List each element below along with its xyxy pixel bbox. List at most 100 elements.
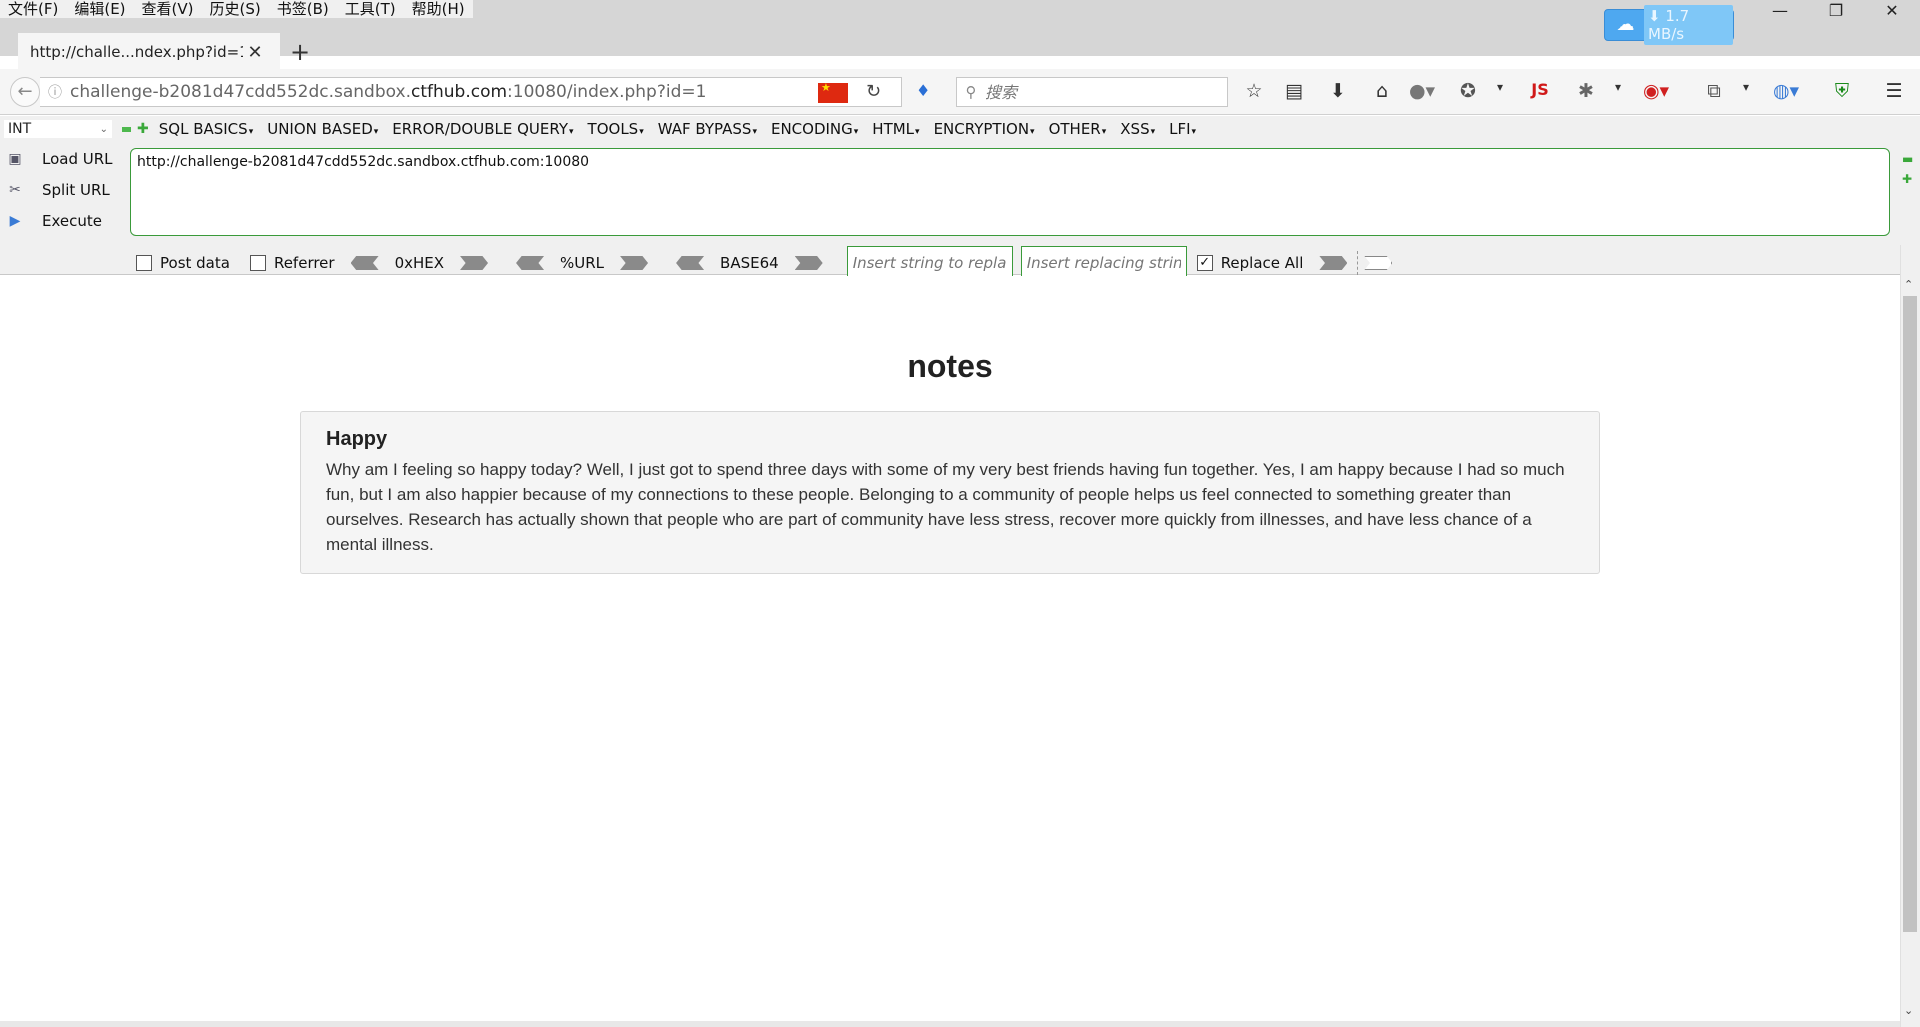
menu-lfi[interactable]: LFI <box>1169 120 1196 138</box>
proxy-icon[interactable]: ◉▾ <box>1642 80 1670 102</box>
replace-next-arrow-icon[interactable] <box>1364 256 1393 270</box>
menu-xss[interactable]: XSS <box>1120 120 1155 138</box>
menu-other[interactable]: OTHER <box>1049 120 1107 138</box>
url-encode-arrow-icon[interactable] <box>620 256 649 270</box>
separator <box>1357 251 1359 275</box>
replace-arrow-icon[interactable] <box>1319 256 1348 270</box>
replace-from-input[interactable] <box>846 246 1013 280</box>
scrollbar-thumb[interactable] <box>1903 296 1917 932</box>
post-data-checkbox[interactable] <box>136 255 152 271</box>
referrer-checkbox[interactable] <box>249 255 266 271</box>
navigation-bar: ← ⓘ challenge-b2081d47cdd552dc.sandbox.c… <box>0 69 1920 115</box>
scroll-down-icon[interactable]: ⌄ <box>1904 1004 1913 1017</box>
hamburger-menu-icon[interactable]: ☰ <box>1880 80 1908 102</box>
tab-title: http://challe...ndex.php?id=1 <box>30 43 243 61</box>
post-data-label: Post data <box>160 254 230 272</box>
menu-tools[interactable]: TOOLS <box>588 120 644 138</box>
menu-encryption[interactable]: ENCRYPTION <box>934 120 1035 138</box>
download-speed-badge[interactable]: ☁ ⬇ 1.7 MB/s <box>1604 5 1734 45</box>
palette-icon[interactable]: ✪ <box>1454 80 1482 102</box>
menu-help[interactable]: 帮助(H) <box>404 0 473 18</box>
search-input[interactable] <box>985 82 1215 102</box>
cloud-icon: ☁ <box>1616 14 1635 35</box>
expand-icon[interactable]: ✚ <box>1902 172 1912 186</box>
download-icon[interactable]: ⬇ <box>1324 80 1352 102</box>
note-card: Happy Why am I feeling so happy today? W… <box>300 411 1600 574</box>
split-url-button[interactable]: ✂ Split URL <box>4 181 110 199</box>
menu-bookmarks[interactable]: 书签(B) <box>269 0 337 18</box>
hackbar-options-row: Post data Referrer 0xHEX %URL BASE64 ✓ R… <box>136 246 1393 280</box>
minus-icon[interactable] <box>122 126 131 132</box>
page-title: notes <box>907 348 993 384</box>
dropdown-icon[interactable]: ▾ <box>1604 80 1632 94</box>
scroll-up-icon[interactable]: ⌃ <box>1904 278 1913 291</box>
new-tab-button[interactable]: + <box>290 38 310 66</box>
referrer-label: Referrer <box>273 254 335 272</box>
menu-bar: 文件(F) 编辑(E) 查看(V) 历史(S) 书签(B) 工具(T) 帮助(H… <box>0 0 473 18</box>
restore-button[interactable]: ❐ <box>1808 0 1864 22</box>
home-icon[interactable]: ⌂ <box>1368 80 1396 102</box>
menu-encoding[interactable]: ENCODING <box>771 120 858 138</box>
menu-history[interactable]: 历史(S) <box>202 0 269 18</box>
note-body: Why am I feeling so happy today? Well, I… <box>326 460 1565 554</box>
menu-file[interactable]: 文件(F) <box>0 0 66 18</box>
china-flag-icon[interactable] <box>818 81 848 103</box>
hex-decode-arrow-icon[interactable] <box>350 256 379 270</box>
url-decode-arrow-icon[interactable] <box>516 256 545 270</box>
menu-sql-basics[interactable]: SQL BASICS <box>159 120 253 138</box>
injection-type-select[interactable]: INT ⌄ <box>4 120 112 138</box>
menu-edit[interactable]: 编辑(E) <box>66 0 133 18</box>
tab-close-icon[interactable]: ✕ <box>243 42 267 63</box>
hackbar-menu: ✚ SQL BASICS UNION BASED ERROR/DOUBLE QU… <box>118 120 1210 138</box>
menu-tools[interactable]: 工具(T) <box>337 0 404 18</box>
play-icon: ▶ <box>9 213 21 229</box>
load-url-button[interactable]: ▣ Load URL <box>4 150 112 168</box>
download-speed: ⬇ 1.7 MB/s <box>1644 5 1733 45</box>
menu-error-double-query[interactable]: ERROR/DOUBLE QUERY <box>392 120 573 138</box>
reload-icon[interactable]: ↻ <box>866 81 881 102</box>
copy-icon[interactable]: ⧉ <box>1700 80 1728 102</box>
address-bar[interactable]: ⓘ challenge-b2081d47cdd552dc.sandbox.ctf… <box>40 77 902 107</box>
bug-icon[interactable]: ✱ <box>1572 80 1600 102</box>
translate-icon[interactable]: ◍▾ <box>1772 80 1800 102</box>
chevron-down-icon: ⌄ <box>99 123 108 135</box>
note-title: Happy <box>326 428 388 450</box>
js-toggle-icon[interactable]: JS <box>1526 80 1554 99</box>
execute-button[interactable]: ▶ Execute <box>4 212 102 230</box>
back-arrow-icon[interactable]: ← <box>10 77 40 107</box>
scissors-icon: ✂ <box>9 182 21 198</box>
dropdown-icon[interactable]: ▾ <box>1486 80 1514 94</box>
addon-globe-icon[interactable]: ●▾ <box>1408 80 1436 102</box>
extension-icon[interactable]: ♦ <box>916 81 930 100</box>
hex-encoder: 0xHEX <box>350 254 489 272</box>
menu-html[interactable]: HTML <box>872 120 919 138</box>
minimize-button[interactable]: — <box>1752 0 1808 22</box>
dropdown-icon[interactable]: ▾ <box>1732 80 1760 94</box>
url-textarea[interactable]: http://challenge-b2081d47cdd552dc.sandbo… <box>130 148 1890 236</box>
menu-union-based[interactable]: UNION BASED <box>267 120 378 138</box>
search-icon: ⚲ <box>965 83 977 101</box>
hackbar-panel: INT ⌄ ✚ SQL BASICS UNION BASED ERROR/DOU… <box>0 116 1920 280</box>
replace-all-checkbox[interactable]: ✓ <box>1196 255 1213 271</box>
menu-waf-bypass[interactable]: WAF BYPASS <box>658 120 757 138</box>
shield-icon[interactable]: ⛨ <box>1828 80 1856 102</box>
search-box[interactable]: ⚲ <box>956 77 1228 107</box>
replace-to-input[interactable] <box>1020 246 1187 280</box>
base64-decode-arrow-icon[interactable] <box>676 256 705 270</box>
bookmark-star-icon[interactable]: ☆ <box>1240 80 1268 102</box>
address-url: challenge-b2081d47cdd552dc.sandbox.ctfhu… <box>70 82 707 102</box>
horizontal-scrollbar[interactable] <box>0 1021 1900 1027</box>
replace-all-label: Replace All <box>1220 254 1304 272</box>
url-encoder: %URL <box>516 254 649 272</box>
load-url-icon: ▣ <box>8 151 22 167</box>
info-icon[interactable]: ⓘ <box>40 82 70 102</box>
hex-encode-arrow-icon[interactable] <box>460 256 489 270</box>
reading-list-icon[interactable]: ▤ <box>1280 80 1308 102</box>
base64-encode-arrow-icon[interactable] <box>794 256 823 270</box>
page-content: notes Happy Why am I feeling so happy to… <box>0 276 1900 1021</box>
browser-tab[interactable]: http://challe...ndex.php?id=1 ✕ <box>18 33 280 69</box>
plus-icon[interactable]: ✚ <box>137 121 149 137</box>
menu-view[interactable]: 查看(V) <box>134 0 202 18</box>
shrink-icon[interactable]: ▬ <box>1902 152 1913 166</box>
close-window-button[interactable]: ✕ <box>1864 0 1920 22</box>
